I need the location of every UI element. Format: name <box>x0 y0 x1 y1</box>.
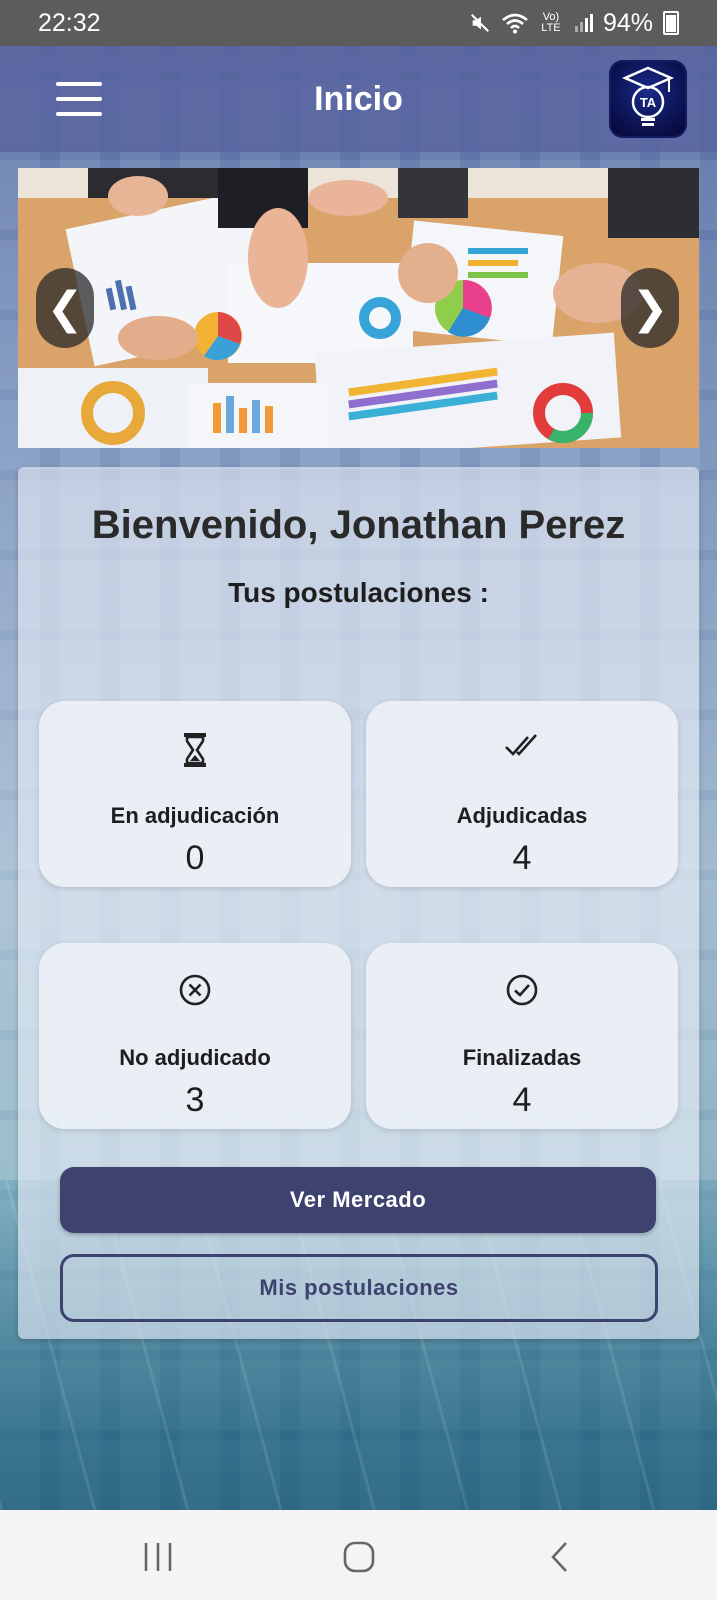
cancel-circle-icon <box>39 973 351 1013</box>
app-bar: Inicio TA <box>0 46 717 152</box>
wifi-icon <box>502 13 528 34</box>
business-charts-image <box>18 168 699 448</box>
image-carousel[interactable]: ❮ ❯ <box>18 168 699 448</box>
stat-value: 0 <box>185 839 205 877</box>
app-logo-icon: TA <box>609 60 687 138</box>
battery-icon <box>663 11 679 35</box>
back-icon[interactable] <box>548 1540 572 1574</box>
stat-value: 4 <box>512 839 532 877</box>
stat-card-in-adjudication[interactable]: En adjudicación 0 <box>39 701 351 887</box>
mute-icon <box>470 14 489 32</box>
welcome-heading: Bienvenido, Jonathan Perez <box>91 503 626 547</box>
carousel-next-button[interactable]: ❯ <box>621 268 679 348</box>
menu-icon[interactable] <box>56 82 102 116</box>
page-title: Inicio <box>314 79 403 118</box>
stat-label: Finalizadas <box>462 1045 582 1070</box>
stat-card-finished[interactable]: Finalizadas 4 <box>366 943 678 1129</box>
signal-icon <box>574 14 593 32</box>
summary-card: Bienvenido, Jonathan Perez Tus postulaci… <box>18 467 699 1339</box>
stat-value: 3 <box>185 1081 205 1119</box>
screen: 22:32 Vo) LTE 94% Inicio TA ❮ ❯ Bienveni… <box>0 0 717 1600</box>
view-market-button[interactable]: Ver Mercado <box>60 1167 656 1233</box>
stat-card-not-awarded[interactable]: No adjudicado 3 <box>39 943 351 1129</box>
network-type-label: Vo) LTE <box>541 11 561 34</box>
hourglass-icon <box>39 731 351 771</box>
stat-card-awarded[interactable]: Adjudicadas 4 <box>366 701 678 887</box>
double-check-icon <box>366 731 678 771</box>
applications-subtitle: Tus postulaciones : <box>228 577 489 608</box>
status-icons: Vo) LTE 94% <box>469 9 679 38</box>
system-nav-bar <box>0 1510 717 1600</box>
recent-apps-icon[interactable] <box>142 1540 174 1574</box>
status-time: 22:32 <box>38 8 101 37</box>
my-applications-button[interactable]: Mis postulaciones <box>60 1254 658 1322</box>
stat-label: No adjudicado <box>119 1045 271 1070</box>
carousel-prev-button[interactable]: ❮ <box>36 268 94 348</box>
home-icon[interactable] <box>342 1540 376 1574</box>
status-bar: 22:32 Vo) LTE 94% <box>0 0 717 46</box>
logo-text: TA <box>640 95 657 110</box>
battery-percentage: 94% <box>602 8 653 37</box>
stat-label: Adjudicadas <box>456 803 588 828</box>
check-circle-icon <box>366 973 678 1013</box>
stat-label: En adjudicación <box>110 803 280 828</box>
stat-value: 4 <box>512 1081 532 1119</box>
